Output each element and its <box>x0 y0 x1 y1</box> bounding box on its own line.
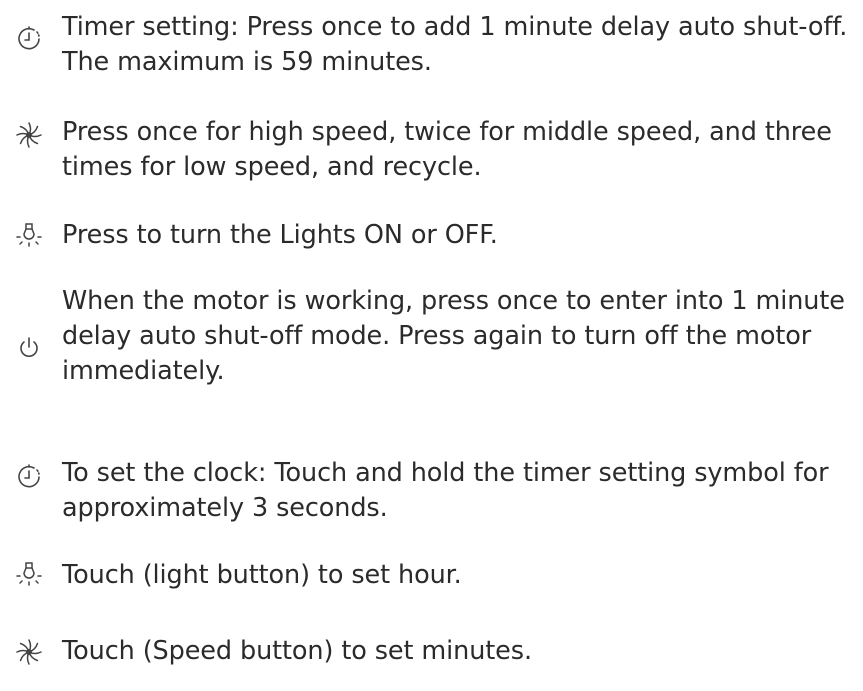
clock-set-text: To set the clock: Touch and hold the tim… <box>62 458 829 523</box>
light-bulb-icon <box>14 559 44 589</box>
fan-speed-icon <box>14 120 44 150</box>
instruction-speed-text: Press once for high speed, twice for mid… <box>62 117 832 182</box>
instruction-light-text: Press to turn the Lights ON or OFF. <box>62 220 498 250</box>
timer-icon <box>14 462 44 492</box>
instruction-power-text: When the motor is working, press once to… <box>62 286 845 386</box>
power-icon <box>14 333 44 363</box>
timer-icon <box>14 24 44 54</box>
clock-set-hour-text: Touch (light button) to set hour. <box>62 560 462 590</box>
instruction-timer-text: Timer setting: Press once to add 1 minut… <box>62 12 848 77</box>
fan-speed-icon <box>14 637 44 667</box>
light-bulb-icon <box>14 220 44 250</box>
clock-set-minutes-text: Touch (Speed button) to set minutes. <box>62 636 532 666</box>
